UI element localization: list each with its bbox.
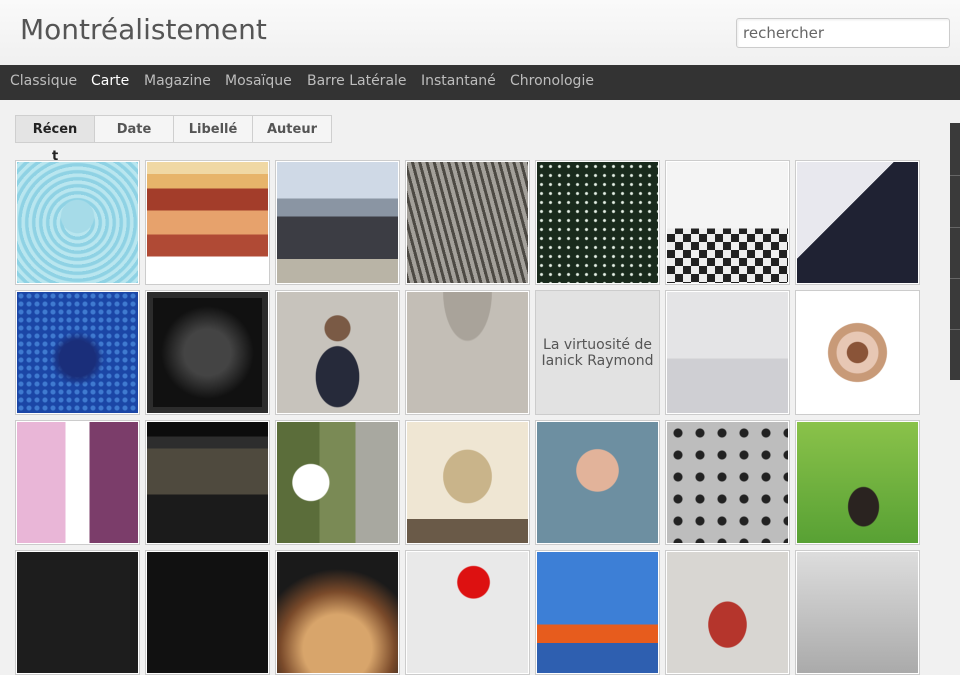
post-thumbnail <box>17 552 138 673</box>
nav-item-chronologie[interactable]: Chronologie <box>510 73 594 89</box>
tab-auteur[interactable]: Auteur <box>252 115 332 143</box>
post-tile-caption-line2: Ianick Raymond <box>541 352 654 369</box>
nav-item-carte[interactable]: Carte <box>91 73 129 89</box>
post-tile[interactable] <box>275 550 400 675</box>
post-thumbnail <box>407 162 528 283</box>
post-thumbnail <box>407 552 528 673</box>
post-thumbnail <box>17 292 138 413</box>
side-panel-divider <box>950 227 960 228</box>
post-thumbnail <box>147 552 268 673</box>
post-thumbnail <box>667 552 788 673</box>
post-thumbnail <box>797 422 918 543</box>
post-tile[interactable] <box>405 420 530 545</box>
side-panel-divider <box>950 278 960 279</box>
post-thumbnail <box>147 162 268 283</box>
post-tile[interactable] <box>15 420 140 545</box>
post-thumbnail <box>277 162 398 283</box>
post-thumbnail <box>17 422 138 543</box>
post-tile[interactable] <box>15 550 140 675</box>
post-thumbnail <box>537 552 658 673</box>
post-thumbnail <box>147 292 268 413</box>
post-tile[interactable] <box>665 290 790 415</box>
post-thumbnail <box>277 292 398 413</box>
post-tile[interactable] <box>665 420 790 545</box>
post-tile[interactable] <box>535 550 660 675</box>
search-input[interactable] <box>736 18 950 48</box>
post-thumbnail <box>667 162 788 283</box>
post-tile[interactable] <box>405 160 530 285</box>
post-tile[interactable] <box>145 160 270 285</box>
tab-libelle[interactable]: Libellé <box>173 115 253 143</box>
post-tile[interactable] <box>15 290 140 415</box>
post-thumbnail <box>277 552 398 673</box>
post-tile[interactable] <box>535 420 660 545</box>
post-tile[interactable] <box>795 290 920 415</box>
site-title[interactable]: Montréalistement <box>20 13 267 46</box>
post-thumbnail <box>407 422 528 543</box>
post-tile[interactable] <box>795 420 920 545</box>
post-tile[interactable] <box>665 160 790 285</box>
post-tile[interactable] <box>405 290 530 415</box>
post-thumbnail <box>147 422 268 543</box>
post-tile-caption-line1: La virtuosité de <box>543 336 652 353</box>
post-tile-text[interactable]: La virtuosité de Ianick Raymond <box>535 290 660 415</box>
side-panel-divider <box>950 329 960 330</box>
nav-item-barre-laterale[interactable]: Barre Latérale <box>307 73 407 89</box>
nav-item-magazine[interactable]: Magazine <box>144 73 211 89</box>
post-tile-caption: La virtuosité de Ianick Raymond <box>538 333 658 373</box>
nav-item-classique[interactable]: Classique <box>10 73 77 89</box>
nav-item-instantane[interactable]: Instantané <box>421 73 496 89</box>
side-panel-tabs[interactable] <box>950 123 960 380</box>
nav-item-mosaique[interactable]: Mosaïque <box>225 73 292 89</box>
post-tile[interactable] <box>665 550 790 675</box>
side-panel-divider <box>950 175 960 176</box>
post-tile[interactable] <box>145 420 270 545</box>
tab-date[interactable]: Date <box>94 115 174 143</box>
post-tile[interactable] <box>145 550 270 675</box>
post-tile[interactable] <box>275 290 400 415</box>
post-thumbnail <box>277 422 398 543</box>
post-tile[interactable] <box>795 550 920 675</box>
post-tile[interactable] <box>535 160 660 285</box>
post-thumbnail <box>667 422 788 543</box>
post-tile[interactable] <box>15 160 140 285</box>
site-header: Montréalistement <box>0 0 960 65</box>
post-thumbnail <box>667 292 788 413</box>
post-thumbnail <box>797 292 918 413</box>
post-tile[interactable] <box>275 420 400 545</box>
sort-tabs: Récen Date Libellé Auteur <box>15 115 332 143</box>
post-thumbnail <box>407 292 528 413</box>
post-thumbnail <box>797 162 918 283</box>
post-tile[interactable] <box>405 550 530 675</box>
tab-recent[interactable]: Récen <box>15 115 95 143</box>
post-thumbnail <box>537 162 658 283</box>
post-thumbnail <box>797 552 918 673</box>
post-tile[interactable] <box>275 160 400 285</box>
post-tile[interactable] <box>145 290 270 415</box>
post-thumbnail <box>537 422 658 543</box>
view-navbar: Classique Carte Magazine Mosaïque Barre … <box>0 65 960 100</box>
post-tile[interactable] <box>795 160 920 285</box>
post-thumbnail <box>17 162 138 283</box>
